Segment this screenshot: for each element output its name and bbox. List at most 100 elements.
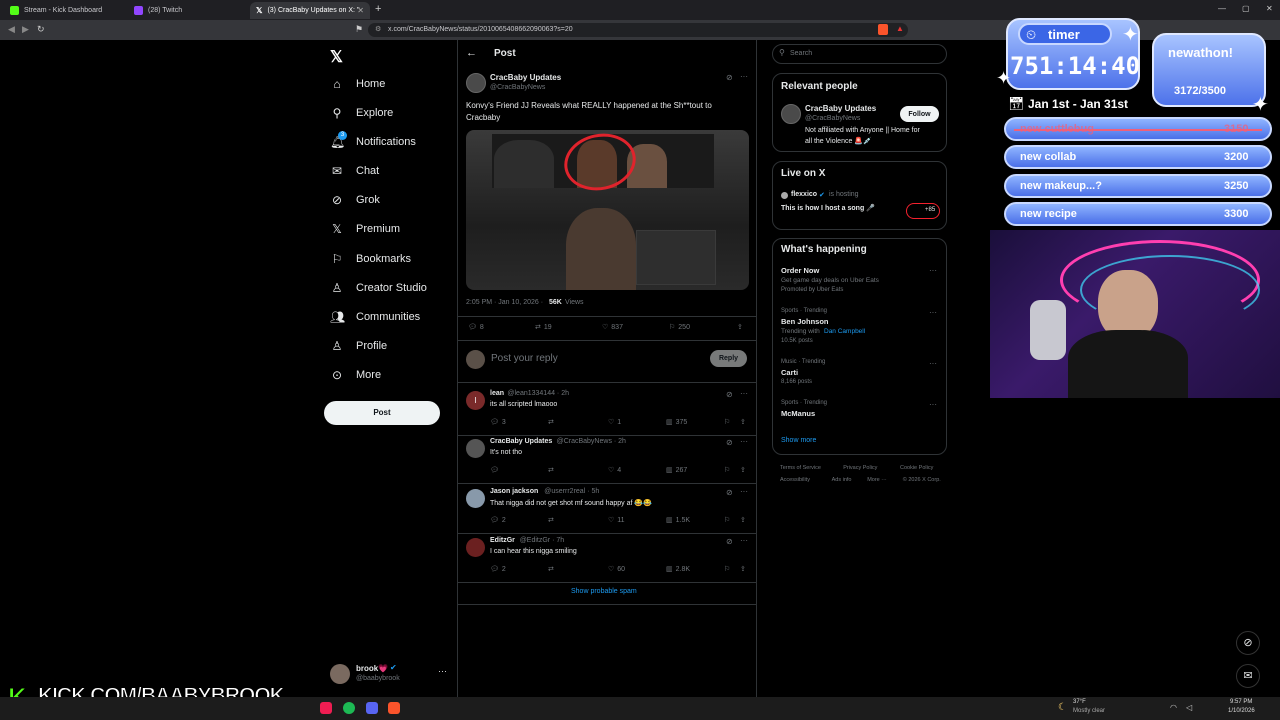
minimize-icon[interactable]: — [1218, 4, 1226, 13]
more-options-icon[interactable]: ··· [438, 666, 447, 676]
post-author-name[interactable]: CracBaby Updates [490, 73, 561, 82]
avatar[interactable]: l [466, 391, 485, 410]
person-name[interactable]: CracBaby Updates [805, 104, 876, 113]
nav-chat[interactable]: ✉ Chat [330, 160, 379, 182]
more-options-icon[interactable]: ··· [929, 400, 937, 409]
footer-link[interactable]: Cookie Policy [900, 465, 933, 471]
bookmark-icon[interactable]: ⚐ [724, 418, 730, 426]
follow-button[interactable]: Follow [900, 106, 939, 122]
reply-submit-button[interactable]: Reply [710, 350, 747, 367]
like-button[interactable]: ♡ 60 [608, 565, 625, 574]
views-button[interactable]: ▥ 2.8K [666, 565, 690, 574]
back-arrow-icon[interactable]: ← [466, 47, 477, 59]
nav-communities[interactable]: 👥︎ Communities [330, 306, 420, 328]
reply-button[interactable]: 💬︎ [490, 466, 502, 474]
bookmark-button[interactable]: ⚐ 250 [669, 323, 690, 332]
like-button[interactable]: ♡ 1 [608, 418, 621, 427]
reply-item[interactable]: l lean @lean1334144 · 2h ⊘ ··· its all script… [458, 388, 756, 436]
nav-more[interactable]: ⊙ More [330, 364, 381, 386]
grok-icon[interactable]: ⊘ [726, 73, 733, 82]
x-logo-icon[interactable]: 𝕏 [330, 47, 343, 67]
like-button[interactable]: ♡ 837 [602, 323, 623, 332]
grok-icon[interactable]: ⊘ [726, 390, 733, 399]
nav-premium[interactable]: 𝕏 Premium [330, 218, 400, 240]
reply-input[interactable]: Post your reply [491, 353, 558, 364]
reply-button[interactable]: 💬︎ 8 [468, 323, 484, 332]
footer-link[interactable]: Terms of Service [780, 465, 821, 471]
footer-link[interactable]: More ··· [867, 477, 887, 483]
new-tab-icon[interactable]: + [375, 3, 381, 15]
maximize-icon[interactable]: ▢ [1242, 4, 1250, 13]
reply-item[interactable]: CracBaby Updates @CracBabyNews · 2h ⊘ ··· It… [458, 436, 756, 484]
nav-notifications[interactable]: 🔔︎ 3 Notifications [330, 131, 416, 153]
trend-item[interactable]: Sports · Trending McManus ··· [773, 400, 946, 438]
nav-creator-studio[interactable]: ♙ Creator Studio [330, 277, 427, 299]
tab-x-post[interactable]: 𝕏 (3) CracBaby Updates on X: " ✕ [250, 2, 370, 19]
more-options-icon[interactable]: ··· [929, 359, 937, 368]
like-button[interactable]: ♡ 11 [608, 516, 625, 525]
brave-rewards-icon[interactable]: ▲ [896, 24, 904, 33]
footer-link[interactable]: Accessibility [780, 477, 810, 483]
nav-home[interactable]: ⌂ Home [330, 73, 385, 95]
bookmark-page-icon[interactable]: ⚑ [355, 24, 363, 35]
views-button[interactable]: ▥ 1.5K [666, 516, 690, 525]
reply-item[interactable]: EditzGr @EditzGr · 7h ⊘ ··· I can hear this … [458, 535, 756, 583]
nav-grok[interactable]: ⊘ Grok [330, 189, 380, 211]
avatar[interactable] [466, 489, 485, 508]
nav-explore[interactable]: ⚲ Explore [330, 102, 394, 124]
views-button[interactable]: ▥ 375 [666, 418, 687, 427]
post-author-handle[interactable]: @CracBabyNews [490, 84, 545, 91]
share-icon[interactable]: ⇪ [740, 516, 746, 524]
show-probable-spam-link[interactable]: Show probable spam [571, 588, 637, 595]
reply-item[interactable]: Jason jackson @userrr2real · 5h ⊘ ··· That n… [458, 486, 756, 534]
avatar[interactable] [466, 538, 485, 557]
forward-icon[interactable]: ▶ [22, 24, 29, 35]
more-options-icon[interactable]: ··· [740, 487, 748, 496]
views-button[interactable]: ▥ 267 [666, 466, 687, 475]
more-options-icon[interactable]: ··· [740, 536, 748, 545]
reply-author-name[interactable]: lean [490, 390, 504, 397]
tab-kick-dashboard[interactable]: Stream - Kick Dashboard [4, 2, 126, 19]
reply-author-name[interactable]: Jason jackson [490, 488, 538, 495]
footer-link[interactable]: Privacy Policy [843, 465, 877, 471]
trend-item[interactable]: Music · Trending Carti 8,166 posts ··· [773, 359, 946, 397]
site-info-icon[interactable]: ⚙ [375, 23, 381, 37]
reply-author-name[interactable]: CracBaby Updates [490, 438, 552, 445]
brave-shield-icon[interactable] [878, 24, 888, 35]
bookmark-icon[interactable]: ⚐ [724, 466, 730, 474]
live-listeners[interactable]: +85 [906, 203, 940, 219]
tiktok-icon[interactable] [320, 702, 332, 714]
reply-button[interactable]: 💬︎ 3 [490, 418, 506, 427]
grok-icon[interactable]: ⊘ [726, 488, 733, 497]
spotify-icon[interactable] [343, 702, 355, 714]
more-options-icon[interactable]: ··· [929, 308, 937, 317]
reply-author-name[interactable]: EditzGr [490, 537, 515, 544]
more-options-icon[interactable]: ··· [740, 437, 748, 446]
reply-button[interactable]: 💬︎ 2 [490, 516, 506, 525]
nav-profile[interactable]: ♙ Profile [330, 335, 388, 357]
messages-float-icon[interactable]: ✉ [1236, 664, 1260, 688]
trend-item[interactable]: Sports · Trending Ben Johnson Trending wit… [773, 308, 946, 346]
share-icon[interactable]: ⇪ [740, 466, 746, 474]
show-more-link[interactable]: Show more [781, 437, 816, 444]
repost-button[interactable]: ⇄ [548, 516, 557, 524]
trend-item[interactable]: Order Now Get game day deals on Uber Eats… [773, 266, 946, 304]
more-options-icon[interactable]: ··· [740, 389, 748, 398]
reload-icon[interactable]: ↻ [37, 24, 45, 35]
close-tab-icon[interactable]: ✕ [357, 6, 364, 15]
live-title[interactable]: This is how I host a song 🎤 [781, 204, 875, 212]
reply-button[interactable]: 💬︎ 2 [490, 565, 506, 574]
more-options-icon[interactable]: ··· [740, 72, 748, 81]
account-switcher[interactable]: brook💗 ✔ @baabybrook ··· [330, 662, 450, 688]
share-icon[interactable]: ⇪ [740, 565, 746, 573]
avatar[interactable] [466, 439, 485, 458]
close-window-icon[interactable]: ✕ [1266, 4, 1273, 13]
more-options-icon[interactable]: ··· [929, 266, 937, 275]
url-bar[interactable]: ⚙ x.com/CracBabyNews/status/201006540866… [368, 23, 908, 37]
back-icon[interactable]: ◀ [8, 24, 15, 35]
nav-bookmarks[interactable]: ⚐ Bookmarks [330, 248, 411, 270]
post-author-avatar[interactable] [466, 73, 486, 93]
discord-icon[interactable] [366, 702, 378, 714]
grok-float-icon[interactable]: ⊘ [1236, 631, 1260, 655]
wifi-icon[interactable]: ◠ [1170, 703, 1177, 712]
